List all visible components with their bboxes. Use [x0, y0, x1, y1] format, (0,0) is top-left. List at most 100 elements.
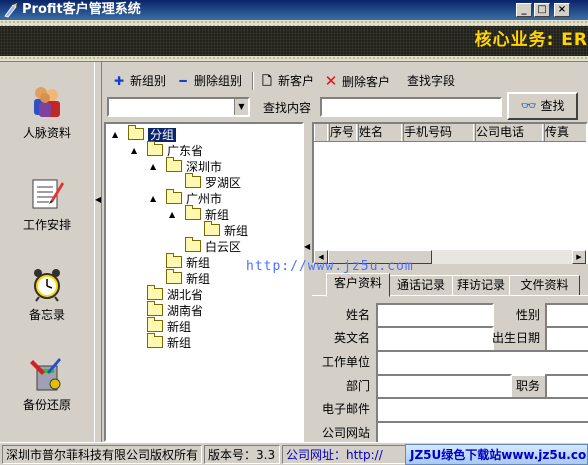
- new-group-button[interactable]: ✚ 新组别: [112, 70, 166, 92]
- folder-icon: [185, 173, 201, 188]
- new-customer-button[interactable]: 🗋 新客户: [260, 70, 314, 92]
- scroll-right-icon[interactable]: ▶: [572, 250, 586, 264]
- tree-node[interactable]: ▲ 分组: [112, 125, 177, 143]
- tree-node-content: 新组: [166, 269, 210, 286]
- customer-form: 姓名 性别 英文名 出生日期 工作单位 部门 职务 电子邮件 公司网站: [312, 295, 588, 447]
- tree-node-label: 新组: [186, 256, 211, 270]
- tab-files[interactable]: 文件资料: [509, 275, 580, 296]
- maximize-button[interactable]: □: [534, 3, 550, 17]
- search-button-label: 查找: [540, 99, 565, 113]
- minimize-button[interactable]: _: [516, 3, 532, 17]
- search-field-button[interactable]: 查找字段: [407, 70, 455, 92]
- tree-node[interactable]: 罗湖区: [171, 173, 241, 191]
- nav-item-label: 工作安排: [22, 218, 71, 232]
- tree-node[interactable]: ▲ 新组: [169, 205, 230, 223]
- tree-node-content: 新组: [166, 253, 211, 270]
- tree-node-label: 新组: [167, 336, 192, 350]
- delete-x-icon: ✕: [324, 72, 338, 90]
- toolbar: ✚ 新组别 ━ 删除组别 🗋 新客户 ✕ 删除客户 查找字段: [104, 70, 588, 92]
- binoculars-icon: 👓: [520, 99, 537, 114]
- tree-node-label: 白云区: [205, 240, 242, 254]
- grid-header: 序号 姓名 手机号码 公司电话 传真: [314, 124, 588, 142]
- email-field[interactable]: [376, 397, 588, 423]
- tree-node-label: 深圳市: [186, 160, 223, 174]
- column-header[interactable]: 手机号码: [401, 124, 476, 141]
- tree-node[interactable]: 新组: [152, 269, 210, 287]
- column-header[interactable]: 姓名: [356, 124, 404, 141]
- search-button[interactable]: 👓 查找: [507, 92, 578, 120]
- tree-expander-icon[interactable]: ▲: [150, 159, 156, 175]
- tree-node[interactable]: 湖南省: [133, 301, 204, 319]
- nav-item-memo[interactable]: 备忘录: [0, 266, 94, 323]
- content-splitter[interactable]: ◀: [304, 122, 312, 442]
- group-select[interactable]: ▼: [107, 97, 250, 117]
- tree-node-content: 新组: [204, 221, 248, 238]
- status-copyright: 深圳市普尔菲科技有限公司版权所有: [2, 445, 202, 464]
- search-field-label: 查找字段: [407, 74, 456, 88]
- tree-node-content: 深圳市: [166, 157, 223, 174]
- tree-node-label: 新组: [205, 208, 230, 222]
- chevron-down-icon[interactable]: ▼: [234, 99, 248, 115]
- tab-call-log[interactable]: 通话记录: [389, 275, 453, 296]
- company-field[interactable]: [376, 350, 588, 376]
- tree-node[interactable]: 湖北省: [133, 285, 204, 303]
- birthday-field[interactable]: [545, 326, 588, 352]
- folder-icon: [147, 285, 163, 300]
- app-icon: [4, 3, 17, 18]
- nav-item-backup[interactable]: 备份还原: [0, 356, 94, 413]
- website-label: 公司网站: [321, 426, 370, 440]
- open-folder-icon: [128, 125, 144, 140]
- email-label: 电子邮件: [321, 402, 370, 416]
- new-customer-label: 新客户: [278, 74, 315, 88]
- nav-item-label: 备忘录: [28, 308, 65, 322]
- tree-node-content: 分组: [128, 125, 177, 142]
- tree-node-label: 分组: [148, 128, 177, 142]
- alarm-clock-icon: [34, 269, 60, 302]
- tree-node[interactable]: 新组: [152, 253, 211, 271]
- tree-node-content: 新组: [147, 333, 192, 350]
- collapse-left-icon[interactable]: ◀: [95, 195, 101, 204]
- detail-tabs: 客户资料 通话记录 拜访记录 文件资料: [312, 273, 588, 297]
- tree-node-label: 湖北省: [167, 288, 204, 302]
- nav-item-label: 备份还原: [22, 398, 71, 412]
- tree-expander-icon[interactable]: ▲: [131, 143, 137, 159]
- tree-node-label: 湖南省: [167, 304, 204, 318]
- folder-icon: [147, 301, 163, 316]
- delete-group-button[interactable]: ━ 删除组别: [176, 70, 242, 92]
- status-version: 版本号：3.3: [204, 445, 280, 464]
- column-header[interactable]: 序号: [327, 124, 359, 141]
- customer-grid[interactable]: 序号 姓名 手机号码 公司电话 传真 ◀ ▶: [312, 122, 588, 264]
- group-tree[interactable]: ▲ 分组 ▲ 广东省 ▲ 深圳市 罗湖区 ▲ 广州市 ▲ 新组 新组 白云区 新组 新组 湖北省 湖南省 新组 新组: [104, 122, 304, 442]
- tab-customer-info[interactable]: 客户资料: [326, 273, 390, 297]
- nav-item-contacts[interactable]: 人脉资料: [0, 84, 94, 141]
- delete-group-label: 删除组别: [194, 74, 243, 88]
- delete-customer-button[interactable]: ✕ 删除客户: [324, 70, 390, 92]
- tree-node[interactable]: 新组: [133, 317, 191, 335]
- tree-node-content: 湖南省: [147, 301, 204, 318]
- title-bar[interactable]: Profit客户管理系统 _ □ ×: [0, 0, 588, 20]
- close-button[interactable]: ×: [554, 3, 570, 17]
- position-label: 职务: [515, 379, 540, 393]
- tree-expander-icon[interactable]: ▲: [169, 207, 175, 223]
- column-header[interactable]: 传真: [542, 124, 588, 141]
- tree-node[interactable]: 新组: [190, 221, 248, 239]
- name-label: 姓名: [345, 308, 370, 322]
- tree-expander-icon[interactable]: ▲: [112, 127, 118, 143]
- tree-node[interactable]: 新组: [133, 333, 192, 351]
- left-nav: 人脉资料 工作安排 备忘录 备份还原: [0, 62, 94, 442]
- column-header[interactable]: 公司电话: [473, 124, 545, 141]
- tree-node-content: 罗湖区: [185, 173, 241, 190]
- status-website[interactable]: 公司网址：http://: [282, 445, 406, 464]
- folder-icon: [185, 237, 201, 252]
- folder-icon: [166, 253, 182, 268]
- nav-item-schedule[interactable]: 工作安排: [0, 176, 94, 233]
- tree-expander-icon[interactable]: ▲: [150, 191, 156, 207]
- nav-splitter[interactable]: ◀: [94, 62, 102, 442]
- tree-node-label: 广东省: [167, 144, 204, 158]
- tab-visit-log[interactable]: 拜访记录: [452, 275, 510, 296]
- collapse-left-icon[interactable]: ◀: [304, 242, 310, 251]
- english-name-field[interactable]: [376, 326, 494, 352]
- search-input[interactable]: [320, 97, 502, 117]
- contacts-icon: [34, 87, 60, 117]
- tree-node[interactable]: 白云区: [171, 237, 242, 255]
